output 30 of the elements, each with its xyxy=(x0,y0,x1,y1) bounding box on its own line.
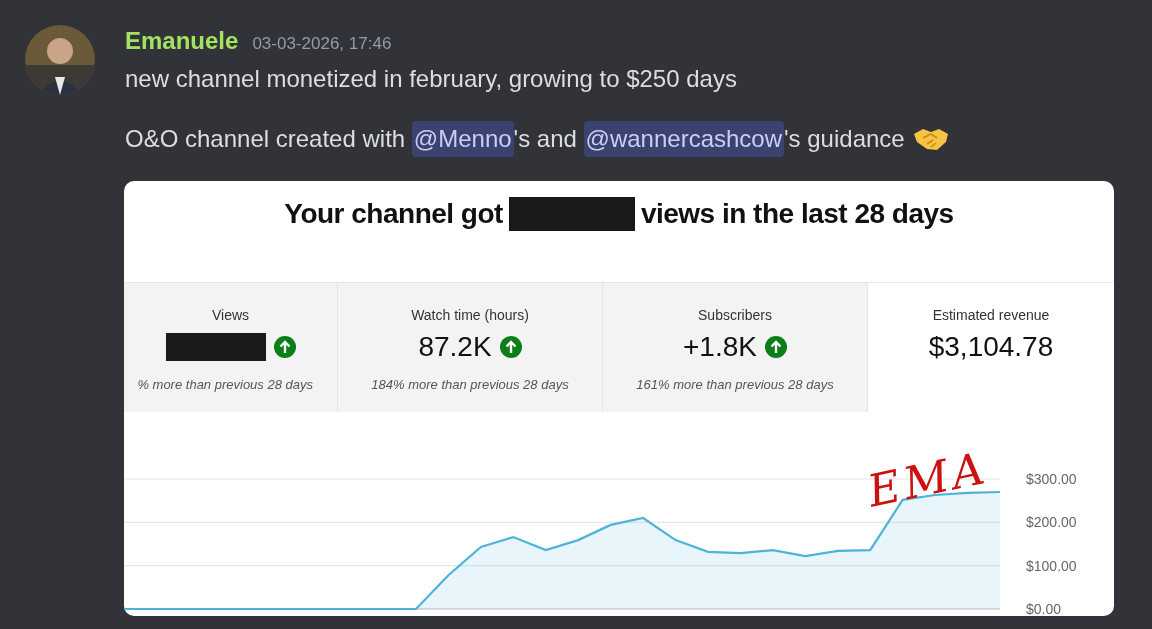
axis-label: $300.00 xyxy=(1026,471,1077,487)
change-note: 184% more than previous 28 days xyxy=(371,376,569,394)
metric-tab[interactable]: Watch time (hours) 87.2K 184% more than previous 28 days xyxy=(338,283,603,412)
metric-value: $3,104.78 xyxy=(928,330,1054,364)
axis-label: $100.00 xyxy=(1026,557,1077,574)
metric-value: 87.2K xyxy=(418,330,492,364)
metric-tab[interactable]: Views % more than previous 28 days xyxy=(124,283,338,412)
message-text: 's and xyxy=(513,124,578,154)
axis-label: $0.00 xyxy=(1026,601,1062,615)
change-note: 161% more than previous 28 days xyxy=(636,376,834,394)
metric-label: Estimated revenue xyxy=(932,306,1050,323)
metric-label: Subscribers xyxy=(698,306,772,323)
handshake-icon xyxy=(912,126,949,152)
handwritten-note: EMA xyxy=(863,441,993,517)
report-headline: Your channel got xyxy=(284,196,503,231)
user-mention[interactable]: @Menno xyxy=(411,121,514,157)
metric-label: Watch time (hours) xyxy=(411,306,529,323)
axis-label: $200.00 xyxy=(1026,514,1077,531)
message-text: O&O channel created with xyxy=(125,124,407,154)
change-note: % more than previous 28 days xyxy=(137,376,313,394)
message-text: 's guidance xyxy=(784,124,905,154)
metric-tab[interactable]: Subscribers +1.8K 161% more than previous 28 days xyxy=(603,283,868,412)
timestamp: 03-03-2026, 17:46 xyxy=(252,33,392,55)
username[interactable]: Emanuele xyxy=(125,23,239,59)
metric-value: +1.8K xyxy=(683,330,757,364)
image-attachment[interactable] xyxy=(124,181,1114,616)
user-mention[interactable]: @wannercashcow xyxy=(583,121,784,157)
metric-label: Views xyxy=(211,306,250,323)
message-text: new channel monetized in february, growing to $250 days xyxy=(125,64,737,94)
report-headline: views in the last 28 days xyxy=(640,196,954,231)
